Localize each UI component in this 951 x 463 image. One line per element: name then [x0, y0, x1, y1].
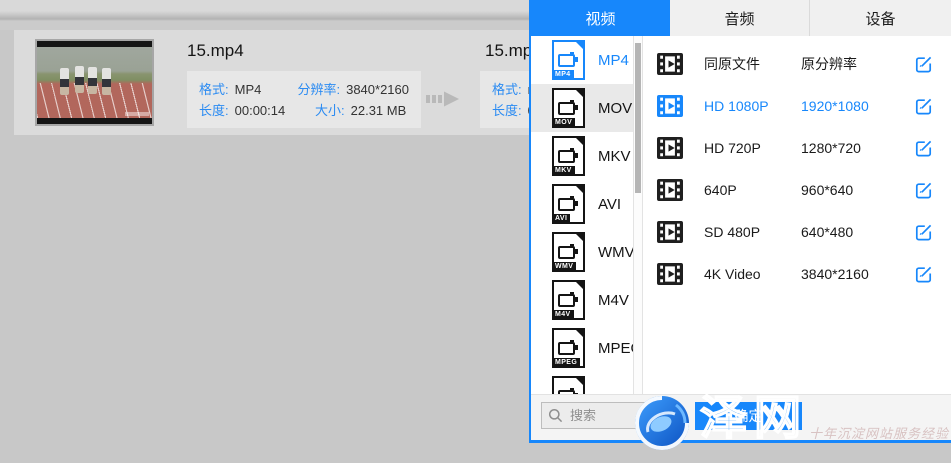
format-item-avi[interactable]: AVI AVI	[531, 180, 633, 228]
edit-profile-icon[interactable]	[913, 180, 934, 201]
thumbnail-watermark	[125, 112, 149, 116]
mkv-file-icon: MKV	[552, 136, 585, 176]
popup-tab-bar: 视频 音频 设备	[531, 0, 951, 36]
profile-row-hd1080p[interactable]: HD 1080P 1920*1080	[643, 85, 951, 127]
mpeg-file-icon: MPEG	[552, 328, 585, 368]
size-label: 大小:	[315, 103, 345, 118]
profile-row-original[interactable]: 同原文件 原分辨率	[643, 43, 951, 85]
tab-device[interactable]: 设备	[810, 0, 951, 36]
filmstrip-icon	[657, 179, 683, 201]
edit-profile-icon[interactable]	[913, 54, 934, 75]
resolution-label: 分辨率:	[297, 82, 340, 97]
format-item-wmv[interactable]: WMV WMV	[531, 228, 633, 276]
m4v-file-icon: M4V	[552, 280, 585, 320]
confirm-button[interactable]: 确定	[695, 402, 802, 430]
search-box[interactable]	[541, 402, 672, 429]
wmv-file-icon: WMV	[552, 232, 585, 272]
format-item-mkv[interactable]: MKV MKV	[531, 132, 633, 180]
avi-file-icon: AVI	[552, 184, 585, 224]
person-figure	[88, 67, 97, 94]
source-file-info: 格式: MP4 分辨率: 3840*2160 长度: 00:00:14 大小: 22.3…	[187, 71, 421, 128]
format-item-clipped[interactable]	[531, 372, 633, 394]
scrollbar-thumb[interactable]	[635, 43, 641, 193]
format-item-mp4[interactable]: MP4 MP4	[531, 36, 633, 84]
filmstrip-icon	[657, 137, 683, 159]
app-window: 15.mp4 格式: MP4 分辨率: 3840*2160 长度: 00:00:14 …	[0, 0, 951, 463]
size-value: 22.31 MB	[351, 103, 407, 118]
profile-row-sd480p[interactable]: SD 480P 640*480	[643, 211, 951, 253]
format-item-m4v[interactable]: M4V M4V	[531, 276, 633, 324]
duration-label: 长度:	[492, 103, 522, 118]
mp4-file-icon: MP4	[552, 40, 585, 80]
tab-video[interactable]: 视频	[531, 0, 670, 36]
convert-direction-arrow-icon	[426, 90, 460, 113]
format-value: MP4	[235, 82, 262, 97]
video-thumbnail	[35, 39, 154, 126]
edit-profile-icon[interactable]	[913, 222, 934, 243]
person-figure	[60, 68, 69, 95]
search-input[interactable]	[568, 407, 667, 424]
edit-profile-icon[interactable]	[913, 138, 934, 159]
popup-footer: 确定	[531, 394, 951, 440]
search-icon	[548, 408, 563, 423]
clipped-file-icon	[552, 376, 585, 394]
tab-audio[interactable]: 音频	[670, 0, 810, 36]
filmstrip-icon	[657, 221, 683, 243]
person-figure	[102, 68, 111, 95]
format-list: MP4 MP4 MOV MOV MKV MKV AVI AVI WMV WM	[531, 36, 633, 394]
edit-profile-icon[interactable]	[913, 96, 934, 117]
output-format-popup: 视频 音频 设备 MP4 MP4 MOV MOV MKV MKV AVI	[529, 0, 951, 443]
format-label: 格式:	[199, 82, 229, 97]
profile-list: 同原文件 原分辨率 HD 1080P 1920*1080 HD 720P 128…	[643, 36, 951, 394]
duration-label: 长度:	[199, 103, 229, 118]
profile-row-4k[interactable]: 4K Video 3840*2160	[643, 253, 951, 295]
format-item-mov[interactable]: MOV MOV	[531, 84, 633, 132]
format-list-scrollbar[interactable]	[633, 36, 643, 394]
person-figure	[75, 66, 84, 93]
filmstrip-icon	[657, 263, 683, 285]
duration-value: 00:00:14	[235, 103, 286, 118]
resolution-value: 3840*2160	[346, 82, 409, 97]
filmstrip-icon	[657, 53, 683, 75]
mov-file-icon: MOV	[552, 88, 585, 128]
profile-row-hd720p[interactable]: HD 720P 1280*720	[643, 127, 951, 169]
filmstrip-icon	[657, 95, 683, 117]
source-file-title: 15.mp4	[187, 41, 244, 61]
video-preview-frame	[37, 47, 152, 118]
format-item-mpeg[interactable]: MPEG MPEG	[531, 324, 633, 372]
profile-row-640p[interactable]: 640P 960*640	[643, 169, 951, 211]
format-label: 格式:	[492, 82, 522, 97]
edit-profile-icon[interactable]	[913, 264, 934, 285]
